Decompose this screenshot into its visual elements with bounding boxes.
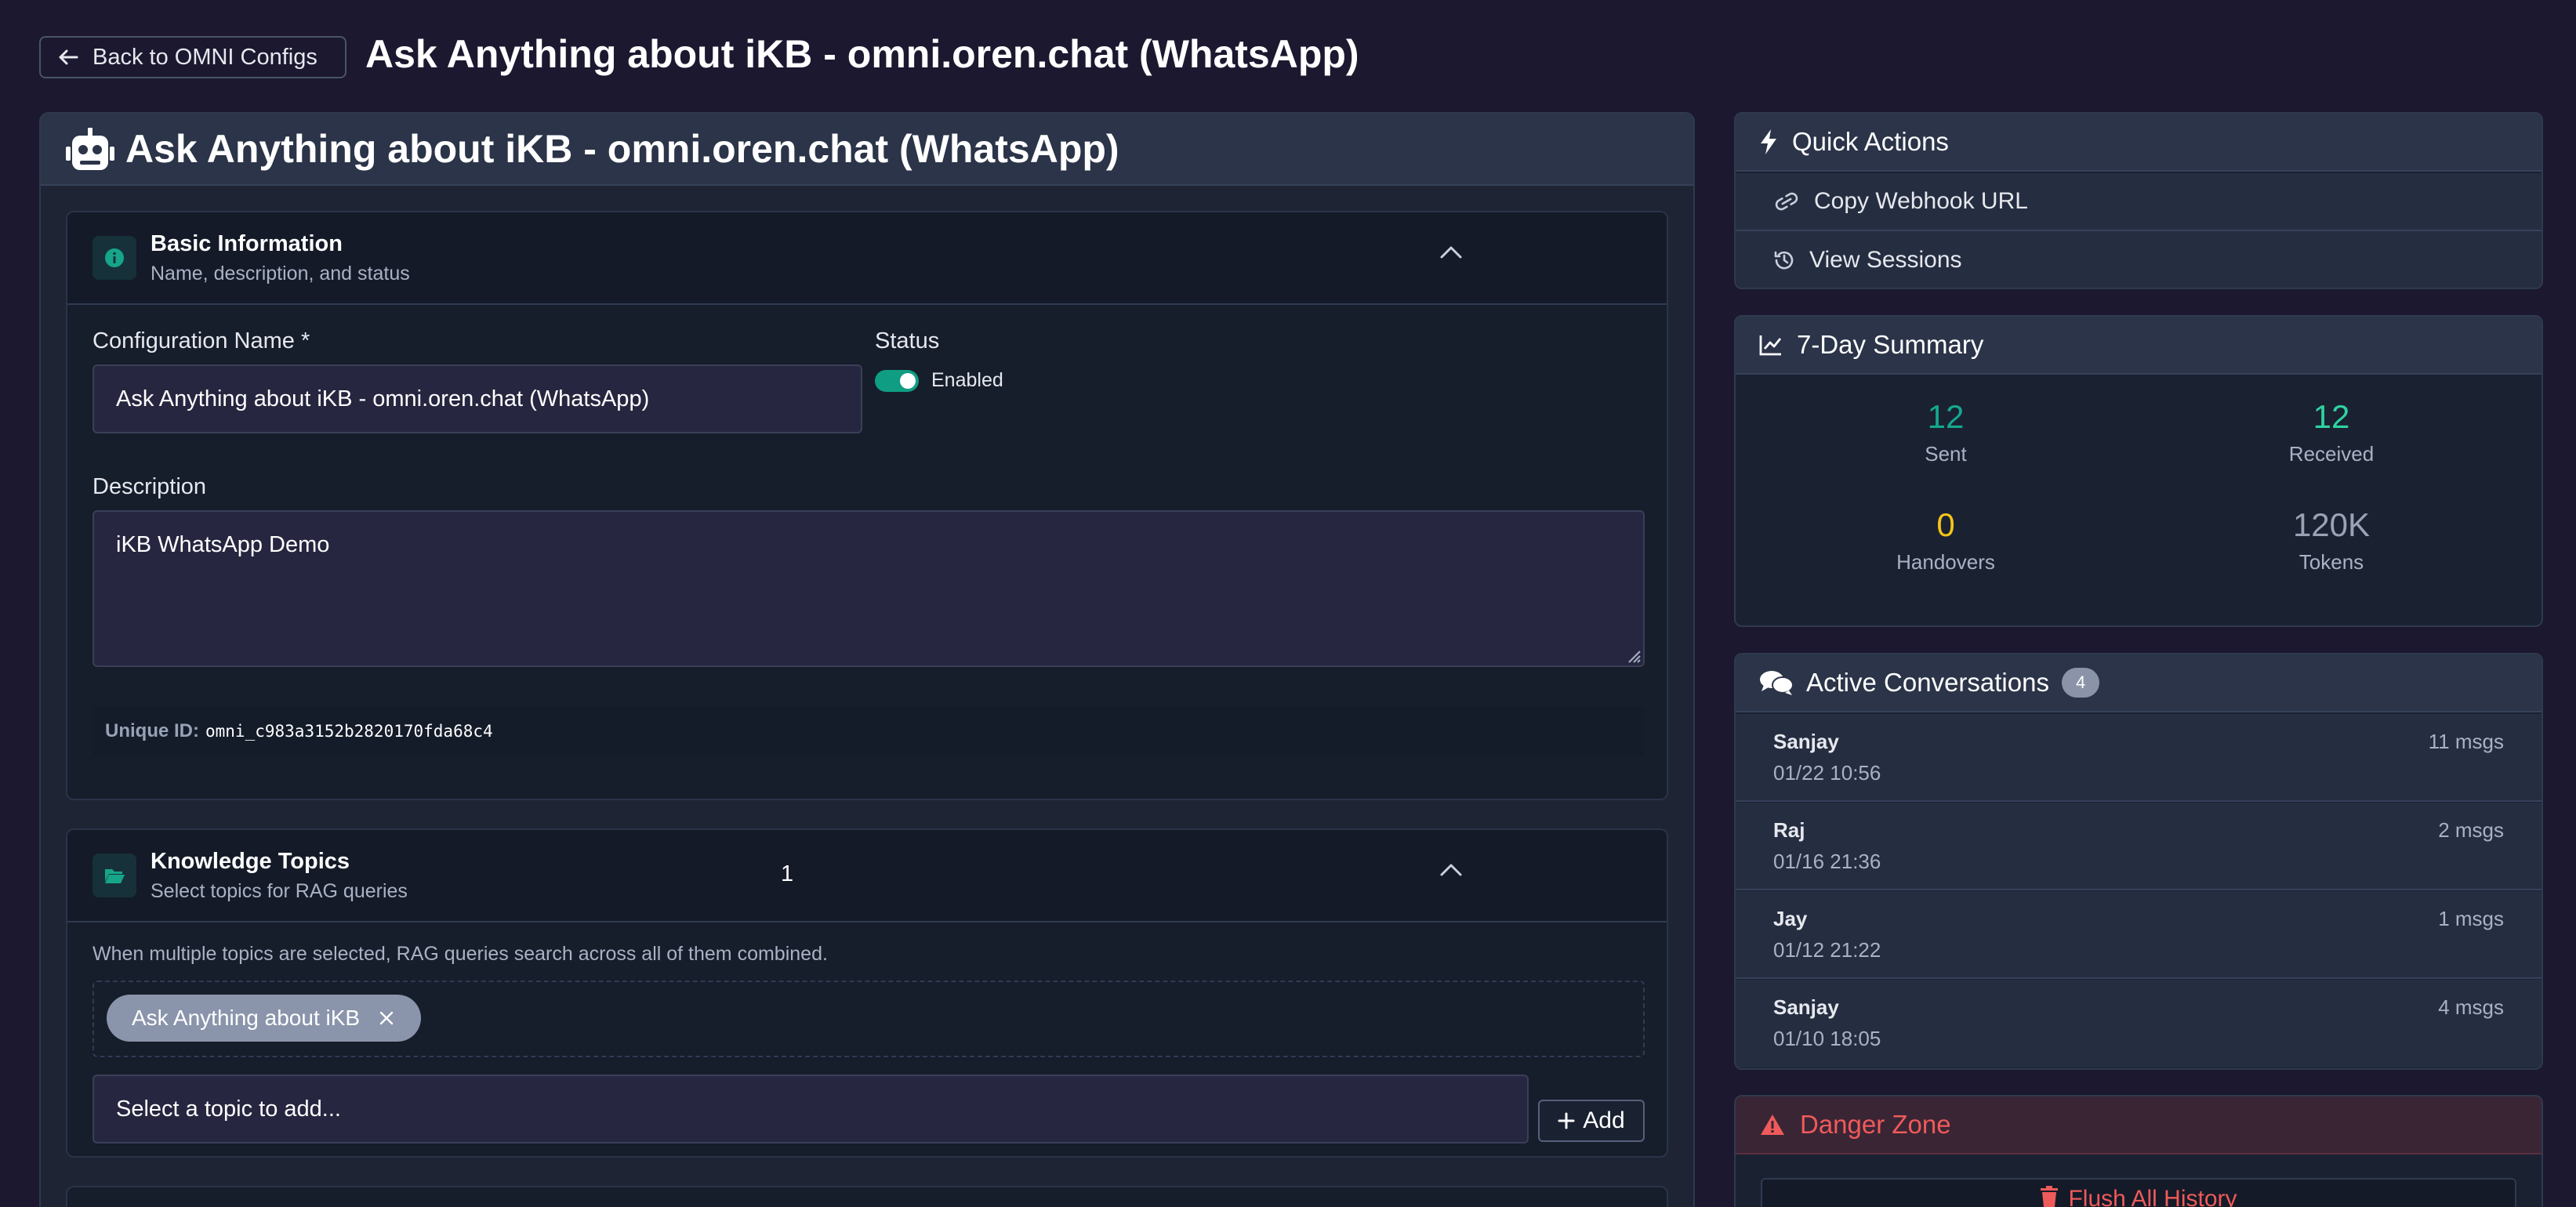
danger-zone-title: Danger Zone <box>1800 1110 1951 1139</box>
copy-webhook-button[interactable]: Copy Webhook URL <box>1736 173 2542 231</box>
conversation-name: Raj <box>1773 818 1805 842</box>
conversation-row[interactable]: Jay 01/12 21:22 1 msgs <box>1736 891 2542 979</box>
summary-header: 7-Day Summary <box>1736 317 2542 375</box>
bolt-icon <box>1759 129 1778 155</box>
unique-id-value: omni_c983a3152b2820170fda68c4 <box>205 722 493 741</box>
knowledge-topics-header[interactable]: Knowledge Topics Select topics for RAG q… <box>67 830 1667 922</box>
unique-id-box: Unique ID: omni_c983a3152b2820170fda68c4 <box>93 706 1645 756</box>
trash-icon <box>2040 1186 2059 1207</box>
close-icon[interactable] <box>379 1010 394 1026</box>
chevron-up-icon[interactable] <box>1439 245 1463 259</box>
unique-id-label: Unique ID: <box>105 720 199 741</box>
history-icon <box>1773 249 1795 271</box>
comments-icon <box>1759 669 1794 696</box>
conversation-row[interactable]: Raj 01/16 21:36 2 msgs <box>1736 803 2542 890</box>
conversation-date: 01/10 18:05 <box>1773 1027 1881 1050</box>
plus-icon <box>1558 1112 1575 1129</box>
config-name-input[interactable]: Ask Anything about iKB - omni.oren.chat … <box>93 364 862 433</box>
basic-info-subtitle: Name, description, and status <box>151 263 410 285</box>
handovers-value: 0 <box>1936 506 1955 543</box>
conversations-panel: Active Conversations 4 Sanjay 01/22 10:5… <box>1734 653 2543 1070</box>
selected-topics-area: Ask Anything about iKB <box>93 980 1645 1057</box>
conversations-header: Active Conversations 4 <box>1736 654 2542 712</box>
summary-panel: 7-Day Summary 12 Sent 12 Received 0 Hand… <box>1734 315 2543 627</box>
conversation-count: 11 msgs <box>2428 730 2504 753</box>
status-label: Status <box>875 328 940 353</box>
quick-actions-panel: Quick Actions Copy Webhook URL View Sess… <box>1734 112 2543 289</box>
sent-label: Sent <box>1925 442 1967 466</box>
view-sessions-button[interactable]: View Sessions <box>1736 231 2542 288</box>
description-label: Description <box>93 474 207 499</box>
topic-select[interactable]: Select a topic to add... <box>93 1075 1529 1144</box>
conversation-row[interactable]: Sanjay 01/22 10:56 11 msgs <box>1736 714 2542 802</box>
link-icon <box>1773 191 1800 212</box>
info-icon <box>93 236 136 280</box>
config-card: Ask Anything about iKB - omni.oren.chat … <box>39 112 1695 1207</box>
quick-actions-header: Quick Actions <box>1736 114 2542 172</box>
back-button-label: Back to OMNI Configs <box>93 44 317 70</box>
view-sessions-label: View Sessions <box>1809 247 1962 273</box>
topics-help-text: When multiple topics are selected, RAG q… <box>93 943 828 965</box>
chart-line-icon <box>1759 334 1783 356</box>
conversation-date: 01/22 10:56 <box>1773 761 1881 785</box>
arrow-left-icon <box>58 49 78 66</box>
flush-history-label: Flush All History <box>2068 1186 2237 1207</box>
tokens-value: 120K <box>2292 506 2371 543</box>
resize-handle-icon[interactable] <box>1624 647 1642 664</box>
conversation-date: 01/12 21:22 <box>1773 938 1881 962</box>
status-toggle-group: Enabled <box>875 369 1003 392</box>
basic-info-title: Basic Information <box>151 231 343 256</box>
status-toggle[interactable] <box>875 369 919 392</box>
conversation-count: 4 msgs <box>2438 995 2504 1019</box>
page-title: Ask Anything about iKB - omni.oren.chat … <box>365 32 1359 76</box>
folder-open-icon <box>93 854 136 897</box>
config-name-label: Configuration Name * <box>93 328 310 353</box>
config-card-header: Ask Anything about iKB - omni.oren.chat … <box>41 114 1693 186</box>
topics-count: 1 <box>781 861 794 886</box>
copy-webhook-label: Copy Webhook URL <box>1814 188 2028 214</box>
topic-chip[interactable]: Ask Anything about iKB <box>107 995 422 1042</box>
knowledge-topics-title: Knowledge Topics <box>151 849 350 874</box>
flush-history-button[interactable]: Flush All History <box>1761 1178 2516 1207</box>
summary-title: 7-Day Summary <box>1797 330 1984 359</box>
conversation-row[interactable]: Sanjay 01/10 18:05 4 msgs <box>1736 980 2542 1067</box>
knowledge-topics-subtitle: Select topics for RAG queries <box>151 880 408 902</box>
sent-value: 12 <box>1927 398 1965 435</box>
add-topic-button[interactable]: Add <box>1538 1100 1645 1142</box>
conversation-count: 1 msgs <box>2438 907 2504 930</box>
add-topic-label: Add <box>1583 1107 1625 1133</box>
warning-icon <box>1759 1113 1786 1136</box>
received-label: Received <box>2288 442 2375 466</box>
conversation-count: 2 msgs <box>2438 818 2504 842</box>
danger-zone-header: Danger Zone <box>1736 1096 2542 1154</box>
received-value: 12 <box>2313 398 2350 435</box>
conversation-name: Jay <box>1773 907 1808 930</box>
robot-icon <box>66 128 114 172</box>
chevron-up-icon[interactable] <box>1439 863 1463 877</box>
knowledge-topics-section: Knowledge Topics Select topics for RAG q… <box>66 828 1668 1158</box>
handovers-label: Handovers <box>1896 550 1995 574</box>
basic-info-section: Basic Information Name, description, and… <box>66 211 1668 800</box>
quick-actions-title: Quick Actions <box>1792 127 1949 156</box>
basic-info-header[interactable]: Basic Information Name, description, and… <box>67 212 1667 305</box>
status-value: Enabled <box>931 369 1003 391</box>
description-value: iKB WhatsApp Demo <box>116 532 330 557</box>
tokens-label: Tokens <box>2298 550 2364 574</box>
conversation-name: Sanjay <box>1773 730 1839 753</box>
conversation-date: 01/16 21:36 <box>1773 850 1881 873</box>
conversation-name: Sanjay <box>1773 995 1839 1019</box>
config-title: Ask Anything about iKB - omni.oren.chat … <box>125 127 1119 171</box>
danger-zone-panel: Danger Zone Flush All History <box>1734 1095 2543 1207</box>
topic-chip-label: Ask Anything about iKB <box>132 1006 361 1030</box>
description-textarea[interactable]: iKB WhatsApp Demo <box>93 510 1645 667</box>
next-section <box>66 1186 1668 1207</box>
back-button[interactable]: Back to OMNI Configs <box>39 36 346 78</box>
conversations-title: Active Conversations <box>1806 668 2049 697</box>
conversations-count-badge: 4 <box>2061 668 2100 698</box>
